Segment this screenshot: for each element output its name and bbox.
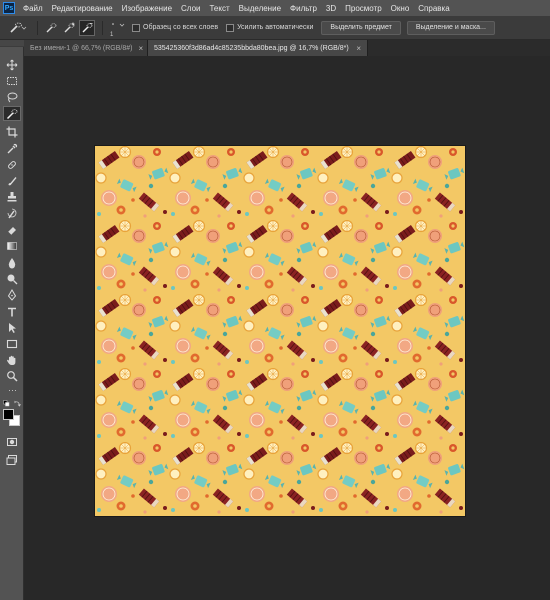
- brush-size-value: 1: [110, 31, 114, 38]
- move-tool[interactable]: [3, 57, 21, 72]
- foreground-color-swatch[interactable]: [3, 409, 14, 420]
- type-tool[interactable]: [3, 304, 21, 319]
- menu-type[interactable]: Текст: [209, 4, 229, 13]
- brush-new-icon: [46, 22, 57, 32]
- sample-all-layers-checkbox[interactable]: [132, 23, 140, 32]
- marquee-tool[interactable]: [3, 73, 21, 88]
- brush-tool[interactable]: [3, 173, 21, 188]
- tools-panel-grip[interactable]: [0, 40, 24, 47]
- swap-colors-icon[interactable]: [14, 400, 21, 407]
- history-brush-tool[interactable]: [3, 206, 21, 221]
- separator: [102, 20, 103, 35]
- options-bar: 1 Образец со всех слоев Усилить автомати…: [0, 16, 550, 40]
- tool-preset-picker[interactable]: [4, 19, 32, 37]
- crop-icon: [6, 126, 18, 137]
- auto-enhance-label: Усилить автоматически: [237, 24, 314, 31]
- blur-tool[interactable]: [3, 255, 21, 270]
- quick-mask-button[interactable]: [3, 434, 21, 449]
- quick-selection-icon: [6, 108, 18, 119]
- tools-panel: ···: [0, 40, 24, 600]
- sample-all-layers-label: Образец со всех слоев: [143, 24, 219, 31]
- new-selection-button[interactable]: [43, 20, 59, 36]
- menu-view[interactable]: Просмотр: [345, 4, 382, 13]
- bandage-icon: [8, 160, 16, 169]
- arrow-cursor-icon: [9, 322, 16, 333]
- lasso-tool[interactable]: [3, 89, 21, 104]
- pen-icon: [7, 288, 17, 301]
- sample-all-layers-option[interactable]: Образец со всех слоев: [132, 23, 219, 32]
- document-image[interactable]: [95, 146, 465, 516]
- marquee-icon: [7, 76, 17, 85]
- auto-enhance-checkbox[interactable]: [226, 23, 235, 32]
- move-icon: [6, 59, 18, 70]
- photoshop-logo: Ps: [3, 2, 15, 14]
- menu-window[interactable]: Окно: [391, 4, 410, 13]
- auto-enhance-option[interactable]: Усилить автоматически: [226, 23, 314, 32]
- clone-stamp-tool[interactable]: [3, 189, 21, 204]
- brush-subtract-icon: [82, 22, 93, 32]
- crop-tool[interactable]: [3, 124, 21, 139]
- tab-title: 535425360f3d86ad4c85235bbda80bea.jpg @ 1…: [154, 44, 349, 52]
- pen-tool[interactable]: [3, 287, 21, 302]
- quick-selection-tool[interactable]: [3, 106, 21, 121]
- menu-select[interactable]: Выделение: [239, 4, 281, 13]
- menu-edit[interactable]: Редактирование: [52, 4, 113, 13]
- menu-layers[interactable]: Слои: [181, 4, 200, 13]
- rectangle-icon: [6, 339, 18, 348]
- menu-filter[interactable]: Фильтр: [290, 4, 317, 13]
- menu-image[interactable]: Изображение: [122, 4, 172, 13]
- add-to-selection-button[interactable]: [61, 20, 77, 36]
- tab-title: Без имени-1 @ 66,7% (RGB/8#): [30, 44, 133, 52]
- menu-file[interactable]: Файл: [23, 4, 43, 13]
- canvas-area[interactable]: [24, 56, 550, 600]
- history-brush-icon: [7, 208, 17, 218]
- dodge-icon: [7, 274, 18, 284]
- brush-icon: [8, 176, 17, 185]
- tab-pattern-jpg[interactable]: 535425360f3d86ad4c85235bbda80bea.jpg @ 1…: [148, 40, 368, 56]
- gradient-icon: [7, 241, 17, 250]
- separator: [37, 20, 38, 35]
- pattern-image: [95, 146, 465, 516]
- magnifier-icon: [7, 370, 18, 382]
- menu-bar: Ps Файл Редактирование Изображение Слои …: [0, 0, 550, 16]
- close-icon[interactable]: ×: [350, 44, 361, 53]
- screen-mode-button[interactable]: [3, 452, 21, 467]
- rectangle-tool[interactable]: [3, 336, 21, 351]
- eyedropper-icon: [7, 143, 18, 153]
- quick-mask-icon: [7, 437, 17, 446]
- gradient-tool[interactable]: [3, 238, 21, 253]
- screen-mode-icon: [6, 454, 17, 465]
- quick-selection-icon: [10, 22, 27, 33]
- document-tabs: Без имени-1 @ 66,7% (RGB/8#) × 535425360…: [24, 40, 550, 56]
- subtract-from-selection-button[interactable]: [79, 19, 95, 36]
- select-and-mask-button[interactable]: Выделение и маска...: [406, 20, 495, 35]
- eyedropper-tool[interactable]: [3, 141, 21, 156]
- select-subject-button[interactable]: Выделить предмет: [321, 20, 401, 35]
- stamp-icon: [7, 191, 17, 201]
- path-selection-tool[interactable]: [3, 320, 21, 335]
- default-colors-icon[interactable]: [3, 400, 10, 407]
- brush-add-icon: [64, 22, 75, 32]
- close-icon[interactable]: ×: [132, 44, 143, 53]
- brush-size-picker[interactable]: 1: [108, 19, 128, 38]
- dodge-tool[interactable]: [3, 271, 21, 286]
- lasso-icon: [7, 92, 18, 102]
- type-icon: [8, 307, 16, 316]
- hand-icon: [7, 355, 16, 365]
- more-tools-icon[interactable]: ···: [8, 386, 17, 395]
- brush-tip-icon: [112, 22, 125, 27]
- eraser-icon: [7, 226, 16, 235]
- menu-3d[interactable]: 3D: [326, 4, 336, 13]
- zoom-tool[interactable]: [3, 368, 21, 383]
- hand-tool[interactable]: [3, 352, 21, 367]
- tab-untitled-1[interactable]: Без имени-1 @ 66,7% (RGB/8#) ×: [24, 40, 148, 56]
- eraser-tool[interactable]: [3, 222, 21, 237]
- menu-help[interactable]: Справка: [418, 4, 449, 13]
- drop-icon: [8, 257, 16, 268]
- healing-brush-tool[interactable]: [3, 157, 21, 172]
